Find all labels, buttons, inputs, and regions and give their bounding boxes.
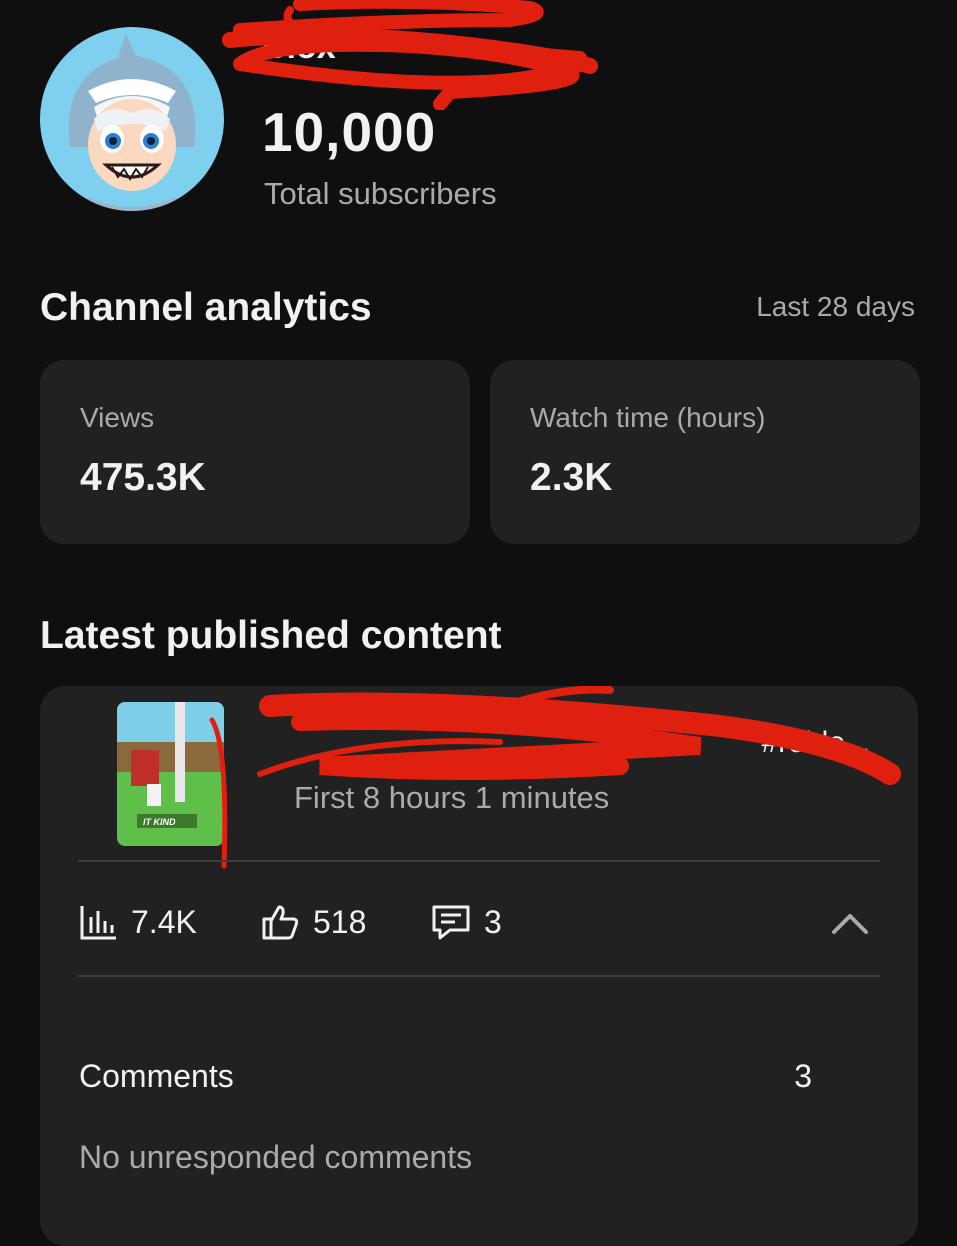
subscriber-label: Total subscribers xyxy=(264,176,497,211)
comment-icon xyxy=(432,905,470,940)
likes-metric: 518 xyxy=(261,902,366,942)
thumbnail-caption: IT KIND xyxy=(143,817,176,827)
chevron-up-icon[interactable] xyxy=(830,908,870,938)
views-metric: 7.4K xyxy=(79,902,197,942)
views-label: Views xyxy=(80,402,155,433)
analytics-title: Channel analytics xyxy=(40,286,372,329)
latest-content-card: IT KIND #roblo... First 8 hours 1 minute… xyxy=(40,686,918,1246)
comments-metric: 3 xyxy=(430,902,502,942)
comments-label[interactable]: Comments xyxy=(79,1058,234,1095)
thumbs-up-icon xyxy=(262,905,299,940)
views-card[interactable]: Views 475.3K xyxy=(40,360,470,544)
redaction-scribble xyxy=(209,686,901,869)
date-range[interactable]: Last 28 days xyxy=(756,291,915,323)
metrics-divider xyxy=(78,975,880,977)
subscriber-count: 10,000 xyxy=(262,101,437,163)
comments-count: 3 xyxy=(794,1058,812,1094)
likes-metric-value: 518 xyxy=(313,903,367,940)
views-metric-value: 7.4K xyxy=(131,903,197,940)
bar-chart-icon xyxy=(80,906,116,940)
unresponded-comments-text: No unresponded comments xyxy=(79,1139,473,1175)
watch-time-card[interactable]: Watch time (hours) 2.3K xyxy=(490,360,920,544)
channel-avatar[interactable] xyxy=(40,27,224,211)
latest-content-title: Latest published content xyxy=(40,614,502,657)
views-value: 475.3K xyxy=(80,456,206,499)
comments-metric-value: 3 xyxy=(484,903,502,940)
watch-time-value: 2.3K xyxy=(530,456,613,499)
watch-time-label: Watch time (hours) xyxy=(530,402,766,433)
content-divider xyxy=(78,860,880,862)
redaction-scribble xyxy=(222,0,598,110)
